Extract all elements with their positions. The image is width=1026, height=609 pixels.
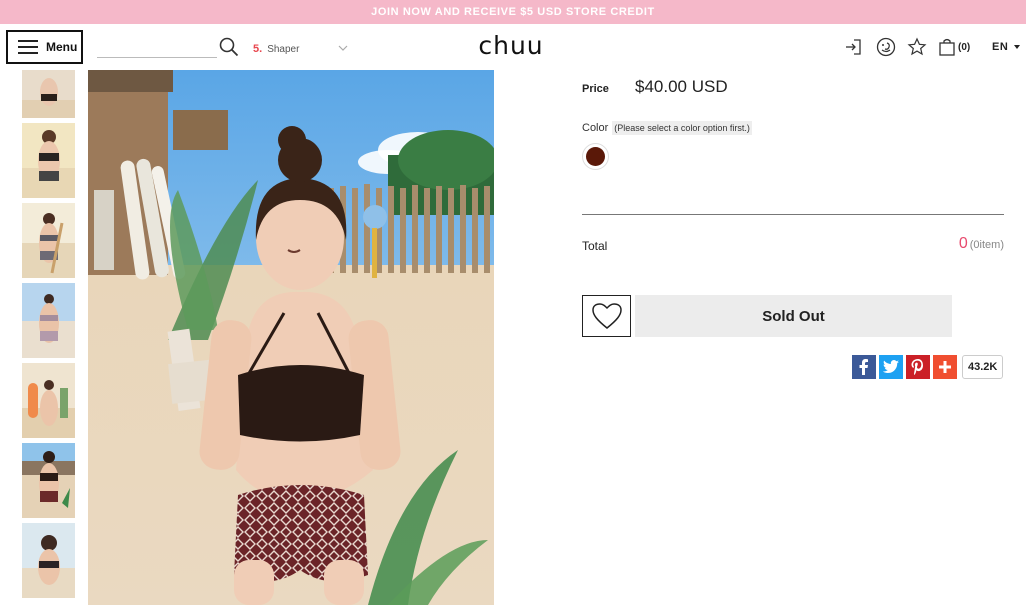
star-icon[interactable] [907,37,927,57]
product-thumbnail[interactable] [22,523,75,598]
total-count: 0 [958,235,968,252]
product-thumbnail[interactable] [22,123,75,198]
color-option-label: Color (Please select a color option firs… [582,121,752,135]
chevron-down-icon [338,45,348,51]
wishlist-button[interactable] [582,295,631,337]
caret-down-icon [1014,45,1021,49]
trending-search-dropdown[interactable]: 5. Shaper [253,41,353,57]
search-field[interactable] [97,36,217,58]
cart-count: (0) [958,41,971,53]
more-share-button[interactable] [933,355,957,379]
language-selector[interactable]: EN [992,41,1021,53]
facebook-share-button[interactable] [852,355,876,379]
divider [582,214,1004,215]
site-header: Menu 5. Shaper chuu (0) EN [0,24,1026,70]
color-swatch-brown[interactable] [582,143,609,170]
twitter-icon [883,360,899,373]
promo-banner[interactable]: JOIN NOW AND RECEIVE $5 USD STORE CREDIT [0,0,1026,24]
price-label: Price [582,83,609,95]
search-icon[interactable] [219,37,239,57]
plus-icon [939,361,951,373]
thumbnail-strip [22,70,75,603]
swatch-fill [586,147,605,166]
color-label: Color [582,122,609,134]
heart-icon [591,303,622,329]
price-value: $40.00 USD [635,77,728,96]
bag-icon [939,38,955,56]
total-value: 0 (0item) [959,235,1004,253]
sold-out-button[interactable]: Sold Out [635,295,952,337]
total-items: (0item) [969,239,1004,251]
site-logo[interactable]: chuu [466,31,556,63]
face-icon[interactable] [876,37,896,57]
trending-rank: 5. [253,43,263,55]
language-label: EN [992,41,1009,53]
share-count: 43.2K [962,355,1004,379]
cart-button[interactable]: (0) [938,36,970,58]
login-icon[interactable] [843,37,863,57]
total-label: Total [582,239,608,253]
pinterest-share-button[interactable] [906,355,930,379]
facebook-icon [859,359,868,375]
color-hint: (Please select a color option first.) [612,121,752,135]
twitter-share-button[interactable] [879,355,903,379]
main-product-image[interactable] [88,70,494,605]
product-thumbnail[interactable] [22,70,75,118]
search-input[interactable] [97,36,217,56]
pinterest-icon [911,359,923,375]
share-bar: 43.2K [852,355,1004,379]
trending-term: Shaper [267,43,300,55]
product-thumbnail[interactable] [22,443,75,518]
product-thumbnail[interactable] [22,203,75,278]
hamburger-icon [18,40,38,54]
menu-label: Menu [46,40,78,54]
menu-button[interactable]: Menu [6,30,83,64]
product-thumbnail[interactable] [22,363,75,438]
product-thumbnail[interactable] [22,283,75,358]
